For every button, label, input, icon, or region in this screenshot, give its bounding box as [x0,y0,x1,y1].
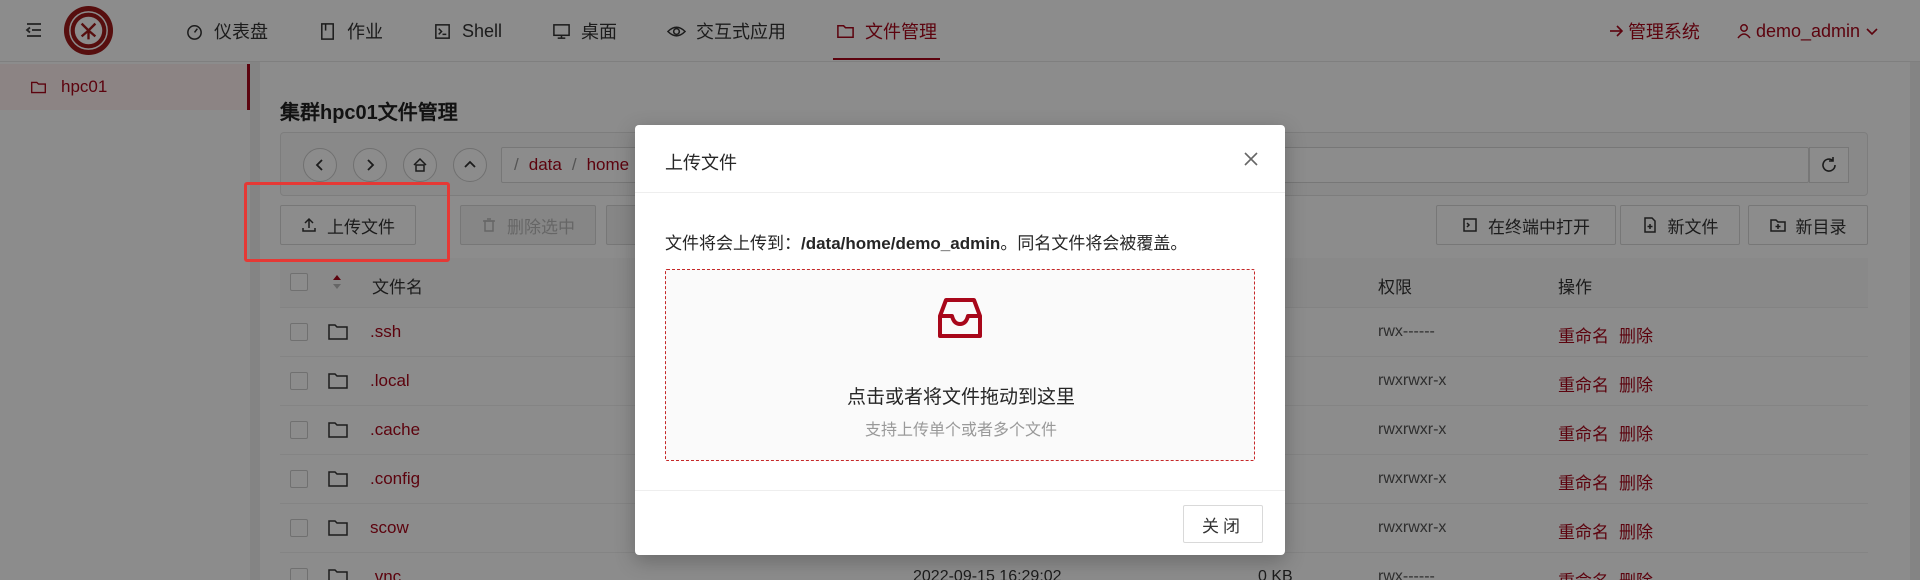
modal-header: 上传文件 [635,125,1285,193]
modal-footer: 关闭 [635,490,1285,555]
upload-destination-text: 文件将会上传到：/data/home/demo_admin。同名文件将会被覆盖。 [665,229,1187,254]
close-icon[interactable] [1241,149,1261,169]
upload-modal: 上传文件 文件将会上传到：/data/home/demo_admin。同名文件将… [635,125,1285,555]
dropzone-text: 点击或者将文件拖动到这里 [846,387,1075,408]
annotation-highlight-box [244,182,450,262]
dropzone-hint: 支持上传单个或者多个文件 [864,422,1057,439]
upload-text-prefix: 文件将会上传到： [665,234,801,253]
close-button[interactable]: 关闭 [1183,505,1263,543]
upload-text-suffix: 。同名文件将会被覆盖。 [1000,234,1188,253]
upload-dropzone[interactable]: 点击或者将文件拖动到这里 支持上传单个或者多个文件 [665,269,1255,461]
inbox-icon [938,298,982,338]
modal-title: 上传文件 [665,153,737,173]
upload-path: /data/home/demo_admin [801,234,1001,253]
